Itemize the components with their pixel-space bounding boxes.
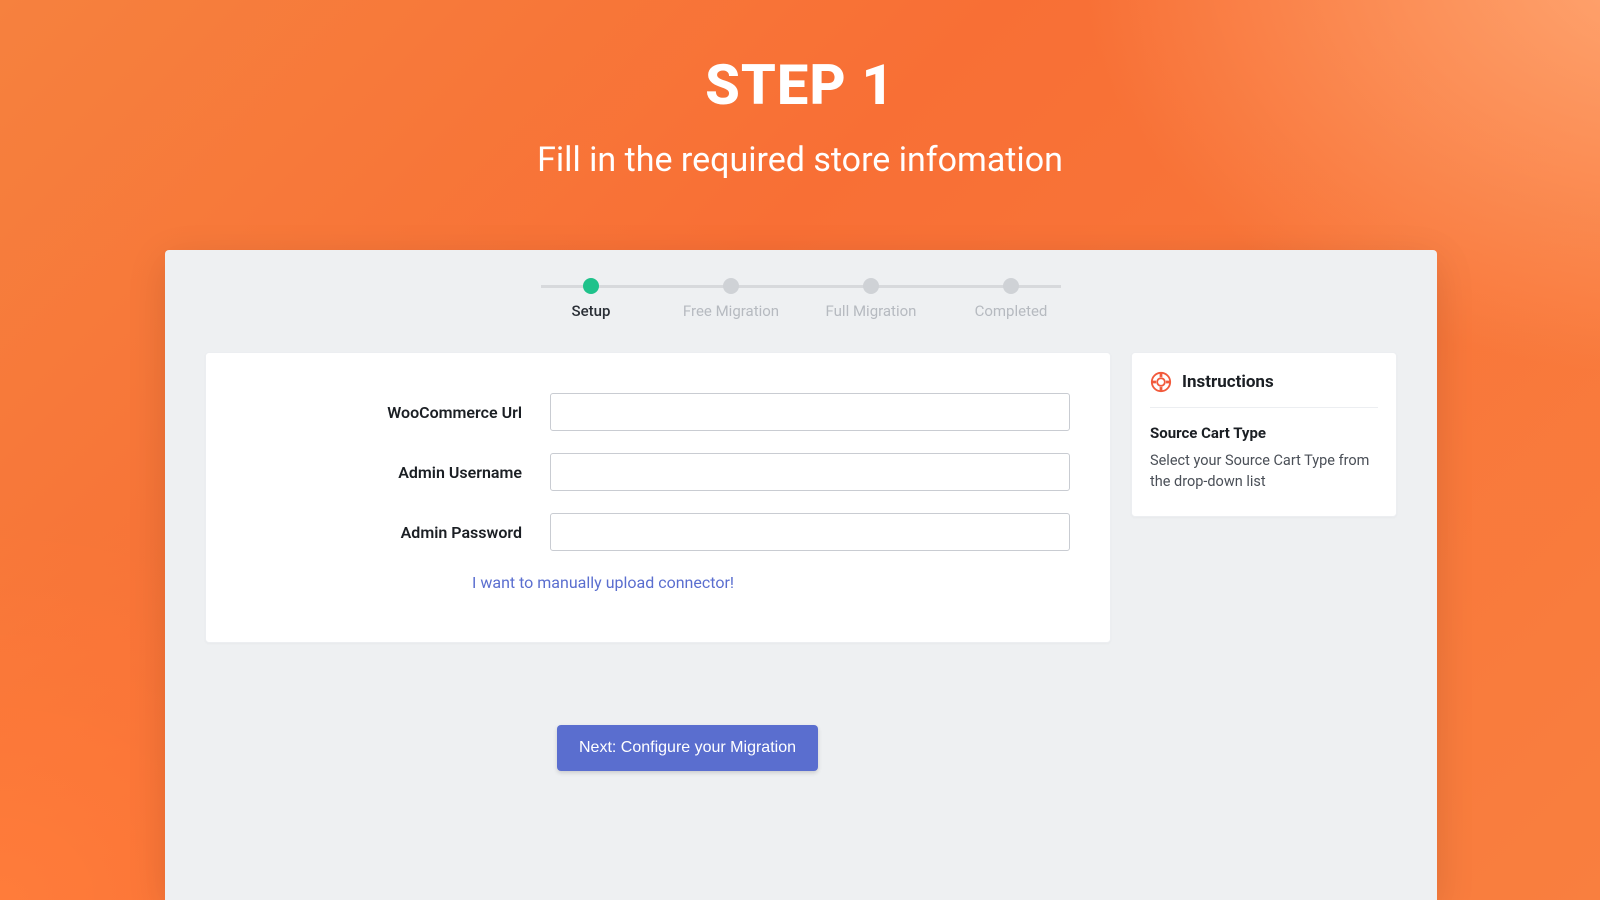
lifebuoy-icon [1150, 371, 1172, 393]
field-admin-password: Admin Password [246, 513, 1070, 551]
stepper-step-setup[interactable]: Setup [521, 278, 661, 320]
username-label: Admin Username [246, 463, 522, 482]
page-header: STEP 1 Fill in the required store infoma… [0, 52, 1600, 180]
stepper-dot-icon [723, 278, 739, 294]
admin-password-input[interactable] [550, 513, 1070, 551]
step-title: STEP 1 [0, 52, 1600, 118]
url-label: WooCommerce Url [246, 403, 522, 422]
field-woocommerce-url: WooCommerce Url [246, 393, 1070, 431]
instructions-card: Instructions Source Cart Type Select you… [1131, 352, 1397, 517]
stepper-step-label: Full Migration [801, 302, 941, 320]
main-card: Setup Free Migration Full Migration Comp… [165, 250, 1437, 900]
instructions-heading: Instructions [1150, 371, 1378, 408]
content-row: WooCommerce Url Admin Username Admin Pas… [205, 352, 1397, 643]
stepper-step-label: Completed [941, 302, 1081, 320]
instructions-heading-text: Instructions [1182, 372, 1274, 392]
instructions-title: Source Cart Type [1150, 424, 1378, 442]
admin-username-input[interactable] [550, 453, 1070, 491]
woocommerce-url-input[interactable] [550, 393, 1070, 431]
stepper-step-completed[interactable]: Completed [941, 278, 1081, 320]
progress-stepper: Setup Free Migration Full Migration Comp… [521, 278, 1081, 320]
stepper-step-label: Free Migration [661, 302, 801, 320]
form-card: WooCommerce Url Admin Username Admin Pas… [205, 352, 1111, 643]
stepper-step-full-migration[interactable]: Full Migration [801, 278, 941, 320]
page-background: STEP 1 Fill in the required store infoma… [0, 0, 1600, 900]
instructions-body: Select your Source Cart Type from the dr… [1150, 450, 1378, 492]
stepper-dot-icon [1003, 278, 1019, 294]
step-subtitle: Fill in the required store infomation [0, 140, 1600, 180]
stepper-step-free-migration[interactable]: Free Migration [661, 278, 801, 320]
stepper-dot-icon [863, 278, 879, 294]
manual-upload-link[interactable]: I want to manually upload connector! [246, 573, 1070, 592]
field-admin-username: Admin Username [246, 453, 1070, 491]
password-label: Admin Password [246, 523, 522, 542]
stepper-step-label: Setup [521, 302, 661, 320]
next-button[interactable]: Next: Configure your Migration [557, 725, 818, 771]
stepper-dot-icon [583, 278, 599, 294]
